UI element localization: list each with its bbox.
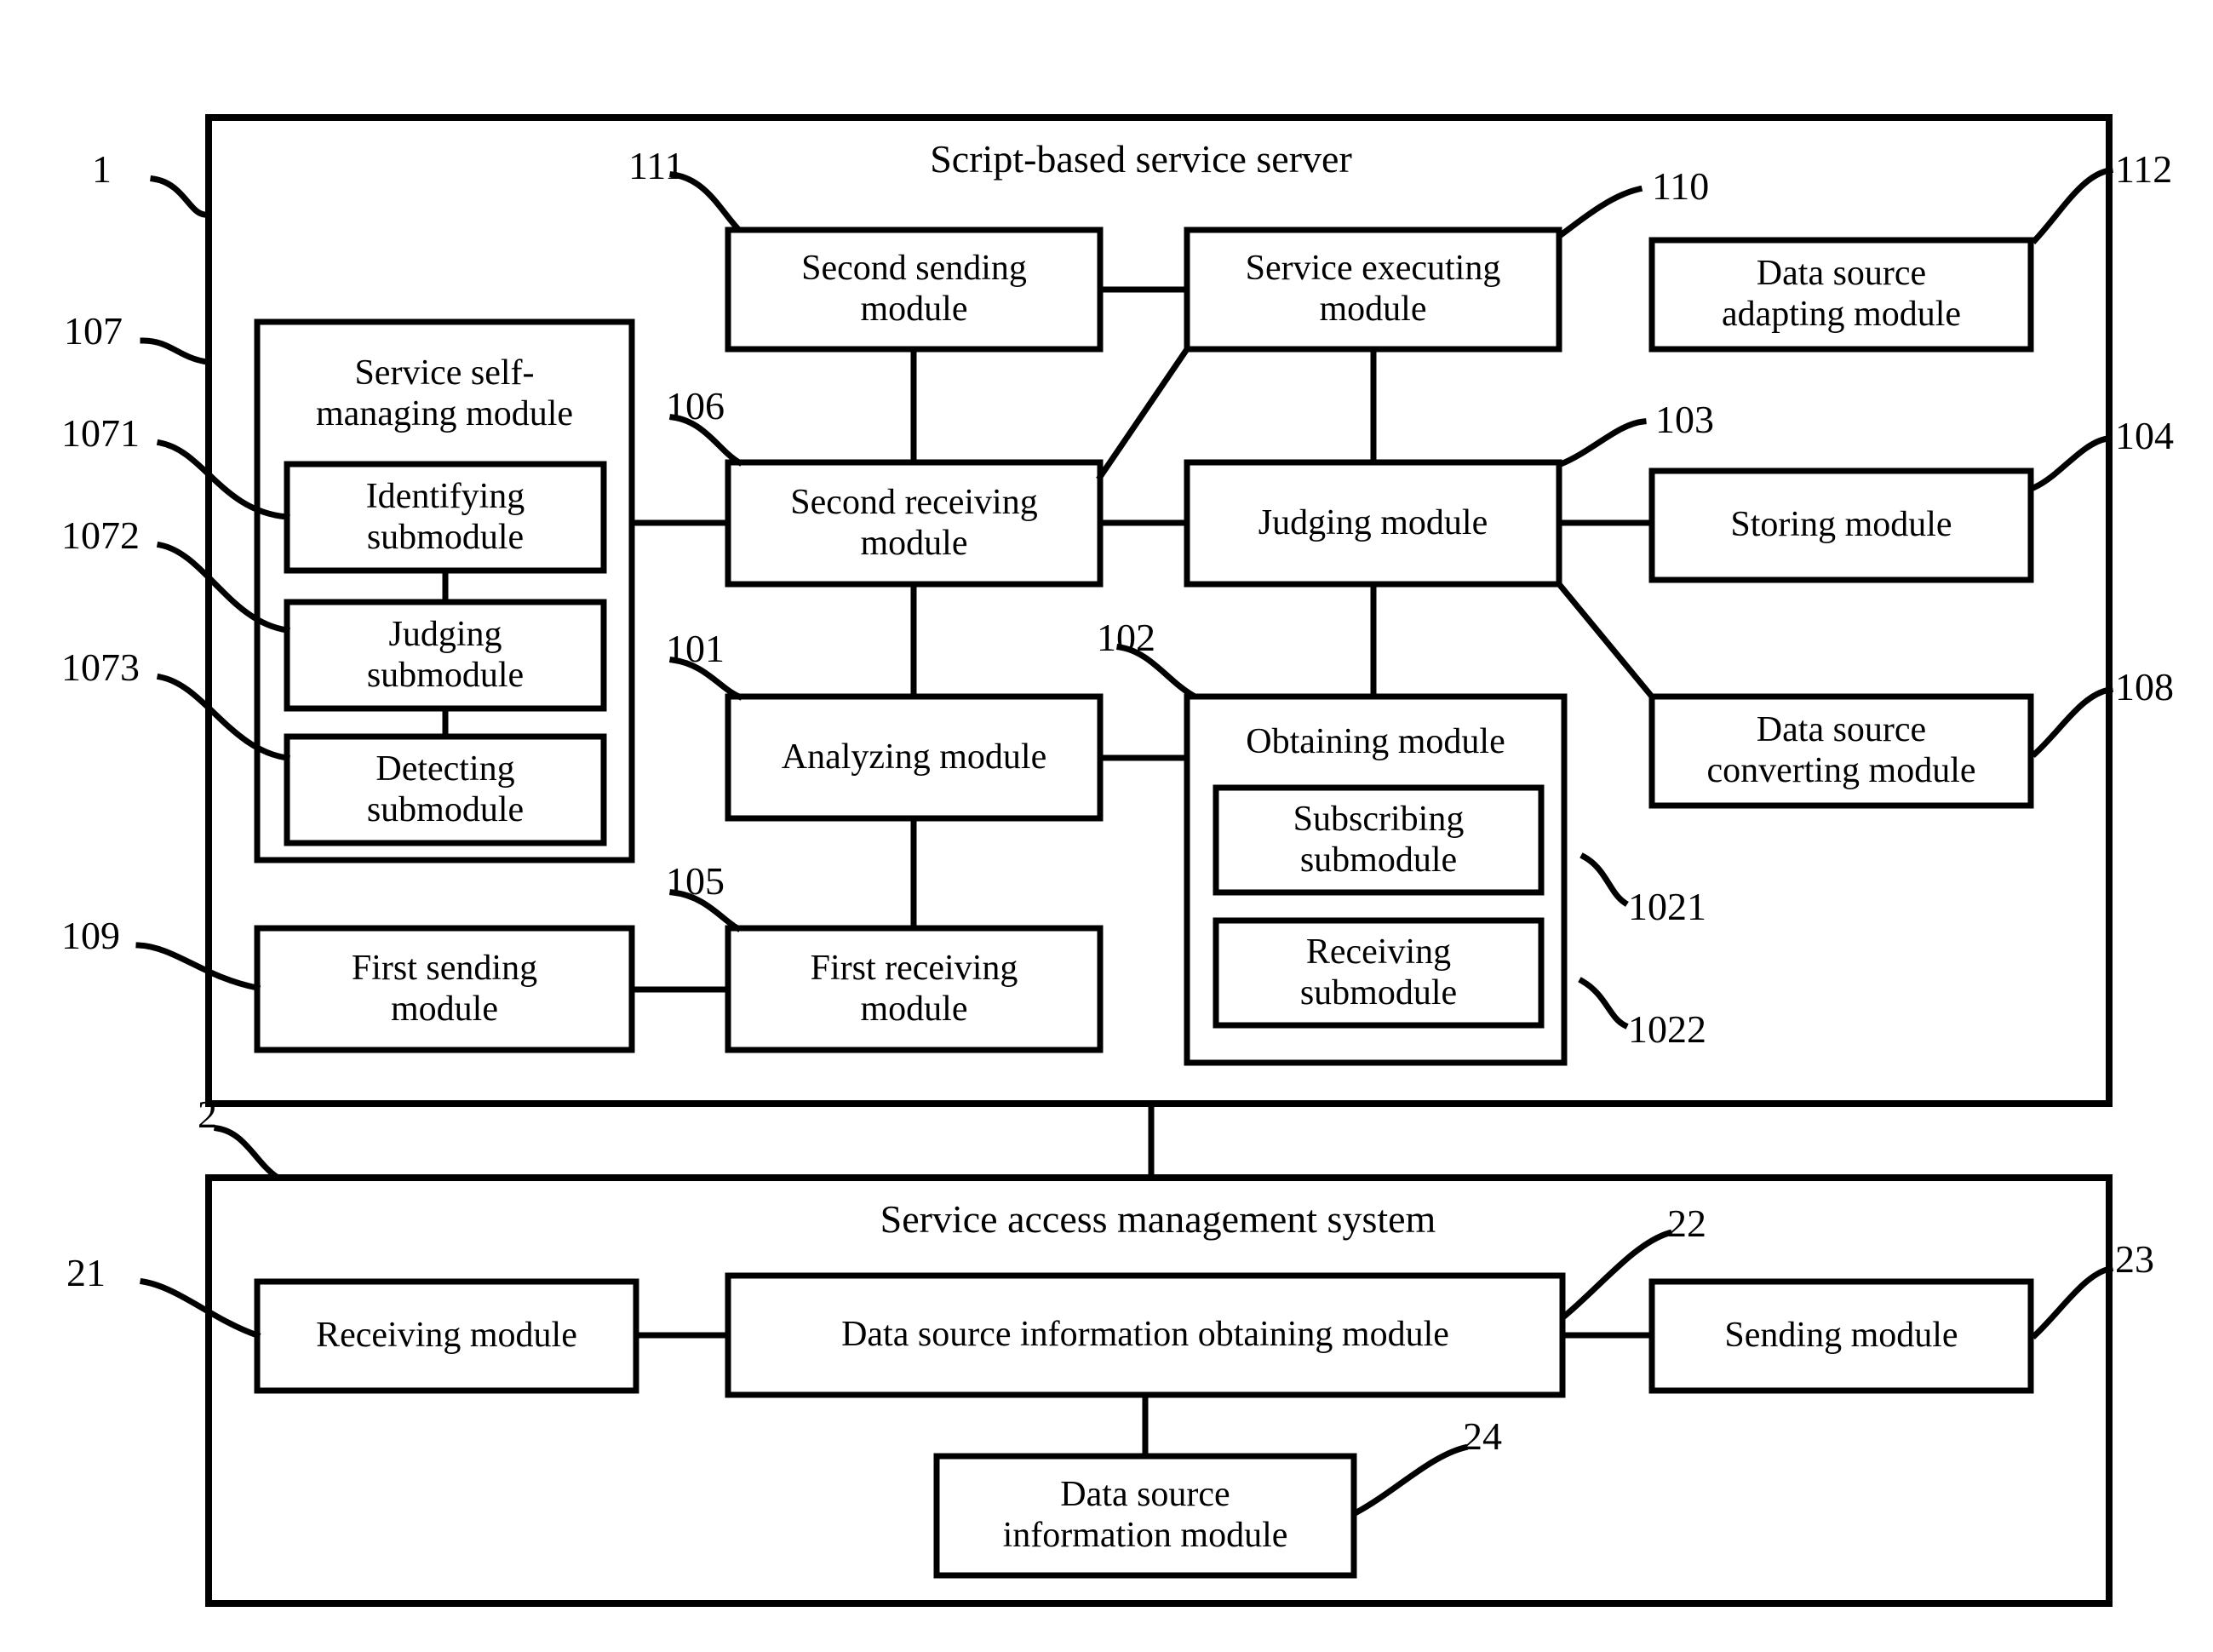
- container-script-based-service-server: [205, 114, 2113, 1107]
- box-sending-module: [1648, 1278, 2034, 1394]
- link-judgingmodule-dsconverting: [1555, 580, 1656, 701]
- leader-1071: [156, 439, 290, 520]
- ref-21: 21: [66, 1251, 106, 1294]
- leader-109: [135, 942, 261, 992]
- box-second-receiving-module: [725, 459, 1104, 588]
- server-title: Script-based service server: [930, 137, 1352, 181]
- leader-23: [2031, 1265, 2114, 1339]
- leader-1: [150, 175, 208, 218]
- leader-21: [139, 1277, 261, 1339]
- ref-1073: 1073: [61, 645, 140, 689]
- leader-108: [2031, 686, 2113, 758]
- box-subscribing-submodule: [1213, 784, 1545, 896]
- box-data-source-converting-module: [1648, 693, 2034, 809]
- ref-110: 110: [1652, 164, 1710, 208]
- link-secondreceiving-serviceexecuting: [1096, 345, 1191, 481]
- ref-1072: 1072: [61, 513, 140, 557]
- patent-figure-canvas: Script-based service server Service acce…: [0, 0, 2213, 1652]
- leader-1072: [156, 541, 290, 634]
- ref-101: 101: [666, 627, 725, 670]
- box-data-source-information-obtaining-module: [725, 1272, 1566, 1398]
- diagram-lines-layer: [135, 114, 2114, 1607]
- leader-2: [214, 1125, 281, 1181]
- box-first-sending-module: [254, 925, 635, 1053]
- leader-112: [2031, 167, 2113, 244]
- ref-112: 112: [2115, 147, 2173, 191]
- box-receiving-module: [254, 1278, 639, 1394]
- leader-1021: [1579, 852, 1629, 907]
- ref-24: 24: [1463, 1414, 1502, 1458]
- box-receiving-submodule: [1213, 917, 1545, 1029]
- box-obtaining-module: [1184, 693, 1568, 1066]
- ref-102: 102: [1097, 616, 1155, 659]
- leader-1022: [1578, 977, 1629, 1030]
- leader-107: [140, 337, 210, 365]
- ref-22: 22: [1667, 1202, 1706, 1245]
- ref-1: 1: [92, 147, 112, 191]
- ref-104: 104: [2115, 414, 2174, 457]
- ref-23: 23: [2115, 1237, 2154, 1281]
- box-second-sending-module: [725, 227, 1104, 353]
- box-service-executing-module: [1184, 227, 1562, 353]
- box-detecting-submodule: [284, 733, 607, 846]
- box-judging-submodule: [284, 599, 607, 712]
- ref-105: 105: [666, 859, 725, 903]
- ref-1021: 1021: [1628, 885, 1706, 928]
- ref-1071: 1071: [61, 411, 140, 455]
- ref-2: 2: [198, 1093, 217, 1136]
- box-analyzing-module: [725, 693, 1104, 822]
- leader-24: [1354, 1443, 1469, 1516]
- ref-103: 103: [1655, 398, 1714, 441]
- leader-104: [2031, 434, 2112, 491]
- ref-108: 108: [2115, 665, 2174, 708]
- leader-103: [1557, 418, 1647, 468]
- ref-107: 107: [64, 309, 123, 353]
- ref-109: 109: [61, 914, 120, 957]
- box-data-source-information-module: [933, 1453, 1357, 1579]
- ref-106: 106: [666, 384, 725, 427]
- ref-111: 111: [628, 144, 685, 187]
- box-data-source-adapting-module: [1648, 237, 2034, 353]
- box-first-receiving-module: [725, 925, 1104, 1053]
- box-storing-module: [1648, 467, 2034, 583]
- mgmt-system-title: Service access management system: [880, 1197, 1436, 1241]
- leader-110: [1557, 185, 1643, 239]
- ref-1022: 1022: [1628, 1007, 1706, 1051]
- box-judging-module: [1184, 459, 1562, 588]
- box-identifying-submodule: [284, 461, 607, 574]
- leader-1073: [156, 673, 290, 761]
